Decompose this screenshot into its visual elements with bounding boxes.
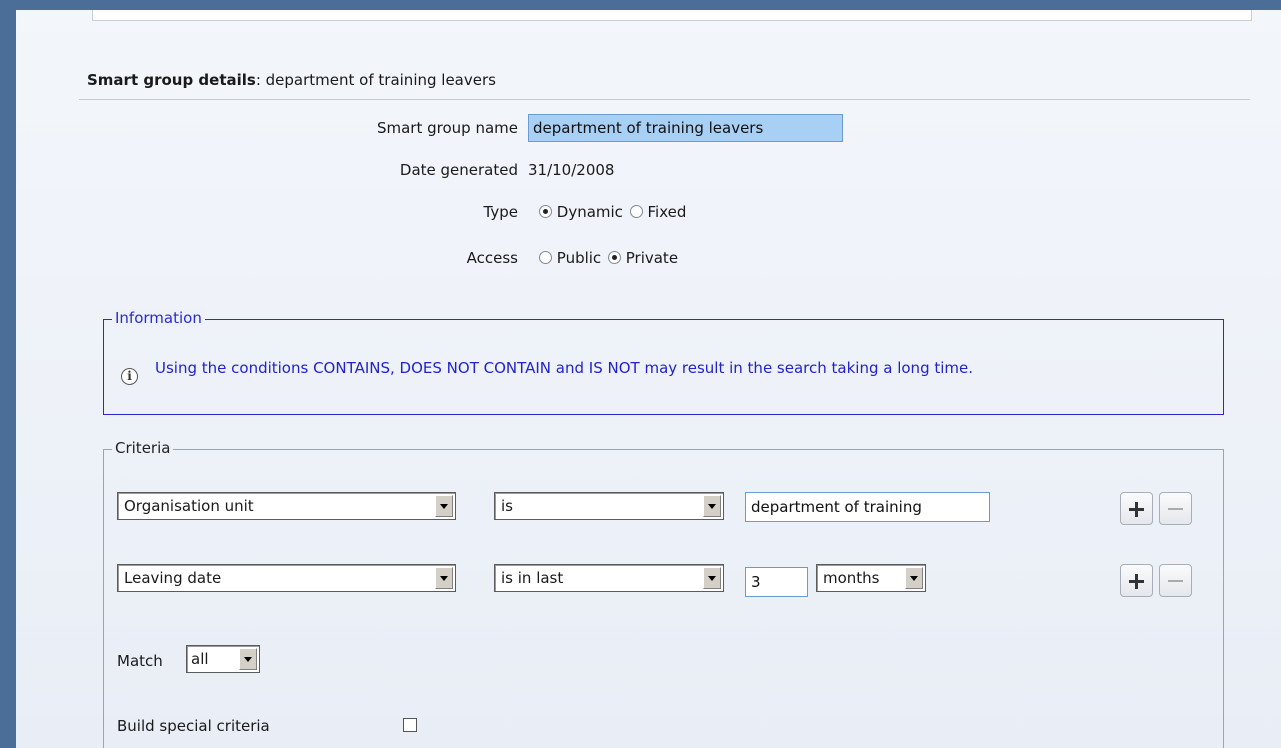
criteria-condition-select-2[interactable]: is in last <box>494 564 724 592</box>
access-private-label: Private <box>625 249 679 267</box>
access-public-radio[interactable] <box>539 251 552 264</box>
access-private-radio[interactable] <box>607 251 621 264</box>
add-criteria-button-1[interactable] <box>1120 492 1153 525</box>
access-public-label: Public <box>556 249 602 267</box>
access-label: Access <box>466 249 518 267</box>
page-title-rest: : department of training leavers <box>255 71 496 89</box>
info-icon: i <box>121 368 138 385</box>
chevron-down-icon[interactable] <box>703 567 721 589</box>
criteria-field-value-1: Organisation unit <box>124 497 254 515</box>
criteria-unit-select-2[interactable]: months <box>816 564 926 592</box>
chevron-down-icon[interactable] <box>435 495 453 517</box>
information-message: Using the conditions CONTAINS, DOES NOT … <box>155 359 974 377</box>
criteria-panel: Criteria Organisation unit is Leaving da… <box>103 439 1224 748</box>
content-frame: Smart group details: department of train… <box>16 10 1281 748</box>
header-divider <box>79 99 1250 100</box>
access-radio-group: Public Private <box>539 249 678 267</box>
remove-criteria-button-1[interactable] <box>1159 492 1192 525</box>
chevron-down-icon[interactable] <box>239 648 257 670</box>
top-panel <box>92 10 1252 21</box>
criteria-unit-value-2: months <box>823 569 880 587</box>
match-value: all <box>191 650 209 668</box>
criteria-value-input-2[interactable] <box>745 567 808 597</box>
criteria-value-input-1[interactable] <box>745 492 990 522</box>
match-label: Match <box>117 652 163 670</box>
criteria-condition-select-1[interactable]: is <box>494 492 724 520</box>
criteria-condition-value-2: is in last <box>501 569 564 587</box>
match-select[interactable]: all <box>186 645 260 673</box>
build-special-criteria-label: Build special criteria <box>117 717 270 735</box>
type-fixed-label: Fixed <box>647 203 687 221</box>
criteria-field-value-2: Leaving date <box>124 569 222 587</box>
chevron-down-icon[interactable] <box>905 567 923 589</box>
type-radio-group: Dynamic Fixed <box>539 203 686 221</box>
type-dynamic-label: Dynamic <box>556 203 623 221</box>
smart-group-name-input[interactable] <box>528 114 843 142</box>
chevron-down-icon[interactable] <box>435 567 453 589</box>
page-title: Smart group details: department of train… <box>87 71 496 89</box>
build-special-criteria-checkbox[interactable] <box>403 718 417 732</box>
add-criteria-button-2[interactable] <box>1120 564 1153 597</box>
criteria-field-select-1[interactable]: Organisation unit <box>117 492 456 520</box>
type-fixed-radio[interactable] <box>629 205 643 218</box>
chevron-down-icon[interactable] <box>703 495 721 517</box>
date-generated-value: 31/10/2008 <box>528 161 615 179</box>
type-label: Type <box>483 203 518 221</box>
information-legend: Information <box>112 309 205 327</box>
smart-group-name-label: Smart group name <box>376 119 518 137</box>
criteria-condition-value-1: is <box>501 497 513 515</box>
information-panel: Information i Using the conditions CONTA… <box>103 309 1224 415</box>
page-title-bold: Smart group details <box>87 71 256 89</box>
type-dynamic-radio[interactable] <box>539 205 552 218</box>
criteria-field-select-2[interactable]: Leaving date <box>117 564 456 592</box>
remove-criteria-button-2[interactable] <box>1159 564 1192 597</box>
criteria-legend: Criteria <box>112 439 174 457</box>
date-generated-label: Date generated <box>399 161 518 179</box>
